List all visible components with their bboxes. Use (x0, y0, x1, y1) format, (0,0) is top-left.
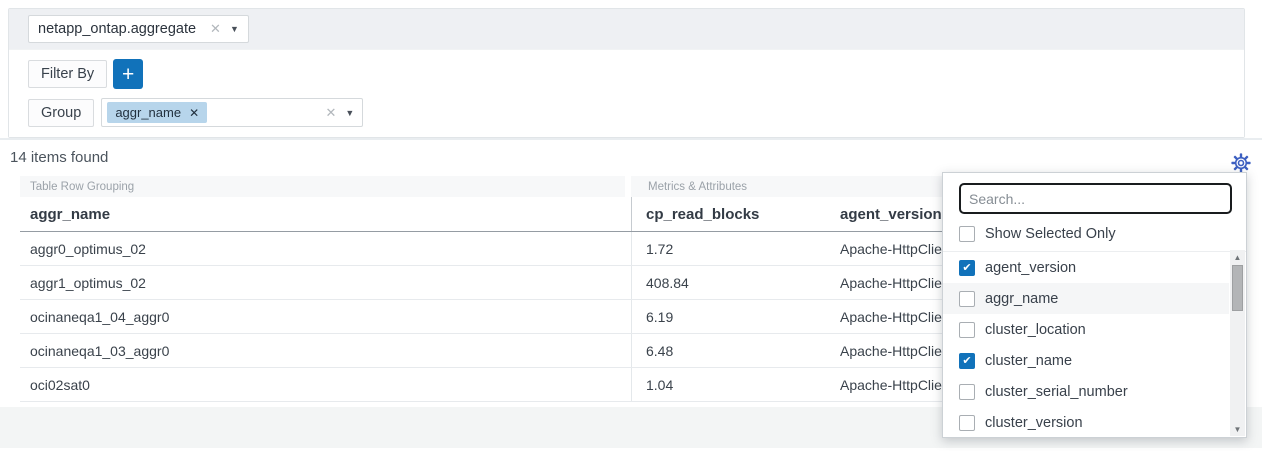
column-chooser-panel: Show Selected Only agent_version aggr_na… (942, 172, 1247, 438)
checkbox[interactable] (959, 384, 975, 400)
dataset-clear-icon[interactable]: ✕ (210, 21, 221, 37)
option-label: aggr_name (985, 291, 1058, 307)
option-aggr-name[interactable]: aggr_name (943, 283, 1229, 314)
option-label: cluster_name (985, 353, 1072, 369)
checkbox[interactable] (959, 415, 975, 431)
chevron-down-icon[interactable]: ▼ (345, 108, 354, 118)
group-line: Group aggr_name ✕ ✕ ▼ (28, 98, 1244, 127)
column-header-label: aggr_name (30, 206, 110, 223)
option-cluster-name[interactable]: cluster_name (943, 345, 1229, 376)
chevron-down-icon[interactable]: ▼ (230, 24, 239, 34)
dataset-row: netapp_ontap.aggregate ✕ ▼ (9, 9, 1244, 49)
query-builder-card: netapp_ontap.aggregate ✕ ▼ Filter By + G… (8, 8, 1245, 138)
scrollbar[interactable]: ▲ ▼ (1230, 250, 1245, 436)
section-divider (0, 138, 1262, 140)
column-options-list: agent_version aggr_name cluster_location… (943, 251, 1246, 438)
cell-cp-read-blocks: 1.72 (631, 232, 826, 265)
cell-aggr-name: ocinaneqa1_04_aggr0 (20, 300, 631, 333)
column-header-label: cp_read_blocks (646, 206, 759, 223)
column-header-cp-read-blocks[interactable]: cp_read_blocks (631, 197, 826, 231)
option-cluster-location[interactable]: cluster_location (943, 314, 1229, 345)
option-cluster-version[interactable]: cluster_version (943, 407, 1229, 438)
search-input[interactable] (959, 183, 1232, 214)
checkbox[interactable] (959, 353, 975, 369)
cell-aggr-name: ocinaneqa1_03_aggr0 (20, 334, 631, 367)
option-cluster-serial-number[interactable]: cluster_serial_number (943, 376, 1229, 407)
column-header-aggr-name[interactable]: aggr_name (20, 197, 631, 231)
checkbox[interactable] (959, 260, 975, 276)
group-select[interactable]: aggr_name ✕ ✕ ▼ (101, 98, 363, 127)
filter-by-label: Filter By (28, 60, 107, 88)
scrollbar-thumb[interactable] (1232, 265, 1243, 311)
items-found-count: 14 items found (10, 149, 108, 166)
group-label: Group (28, 99, 94, 127)
search-wrap (943, 173, 1246, 218)
gear-icon[interactable] (1231, 153, 1251, 173)
cell-cp-read-blocks: 1.04 (631, 368, 826, 401)
show-selected-only-row[interactable]: Show Selected Only (943, 218, 1246, 251)
filter-group-rows: Filter By + Group aggr_name ✕ ✕ ▼ (9, 49, 1244, 137)
dataset-select[interactable]: netapp_ontap.aggregate ✕ ▼ (28, 15, 249, 43)
group-chip: aggr_name ✕ (107, 102, 207, 123)
option-label: agent_version (985, 260, 1076, 276)
show-selected-only-checkbox[interactable] (959, 226, 975, 242)
filter-by-line: Filter By + (28, 59, 1244, 89)
cell-cp-read-blocks: 6.19 (631, 300, 826, 333)
option-agent-version[interactable]: agent_version (943, 252, 1229, 283)
page: netapp_ontap.aggregate ✕ ▼ Filter By + G… (0, 0, 1262, 451)
cell-aggr-name: aggr1_optimus_02 (20, 266, 631, 299)
cell-cp-read-blocks: 6.48 (631, 334, 826, 367)
cell-aggr-name: aggr0_optimus_02 (20, 232, 631, 265)
option-label: cluster_serial_number (985, 384, 1128, 400)
cell-aggr-name: oci02sat0 (20, 368, 631, 401)
group-chip-remove-icon[interactable]: ✕ (189, 106, 199, 120)
group-clear-icon[interactable]: ✕ (325, 105, 336, 121)
add-filter-button[interactable]: + (113, 59, 143, 89)
checkbox[interactable] (959, 322, 975, 338)
dataset-select-value: netapp_ontap.aggregate (38, 21, 196, 37)
band-table-row-grouping: Table Row Grouping (20, 176, 625, 197)
option-label: cluster_version (985, 415, 1083, 431)
show-selected-only-label: Show Selected Only (985, 226, 1116, 242)
option-label: cluster_location (985, 322, 1086, 338)
checkbox[interactable] (959, 291, 975, 307)
scroll-down-icon[interactable]: ▼ (1230, 422, 1245, 436)
group-chip-label: aggr_name (115, 105, 181, 120)
column-header-label: agent_version (840, 206, 942, 223)
scroll-up-icon[interactable]: ▲ (1230, 250, 1245, 264)
cell-cp-read-blocks: 408.84 (631, 266, 826, 299)
